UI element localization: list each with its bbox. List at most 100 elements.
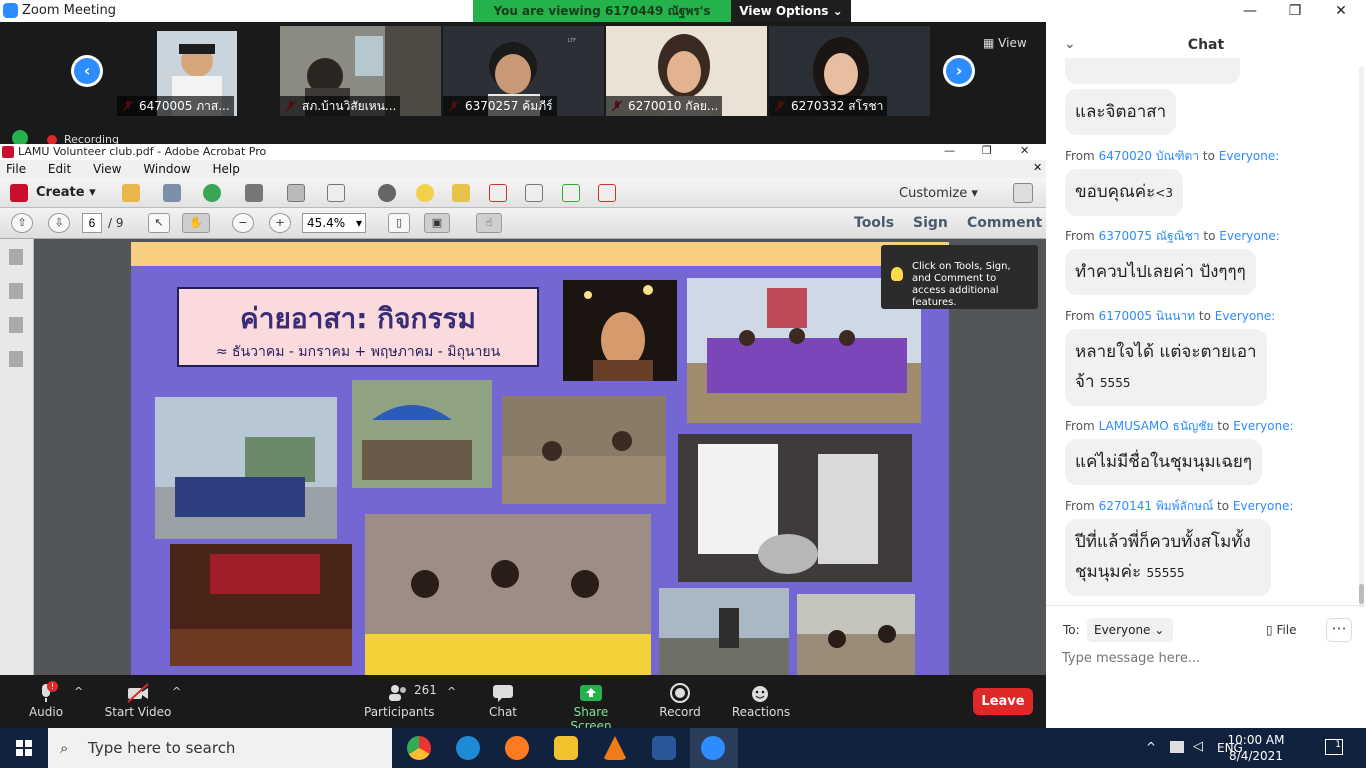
share-screen-button[interactable]: Share Screen: [552, 675, 630, 733]
chat-scrollbar-thumb[interactable]: [1359, 584, 1364, 604]
menu-view[interactable]: View: [93, 162, 121, 176]
start-video-button[interactable]: Start Video: [104, 675, 172, 728]
sign-pane-button[interactable]: Sign: [913, 215, 948, 231]
bookmarks-icon[interactable]: [9, 283, 23, 299]
hand-tool-icon[interactable]: ✋: [182, 213, 210, 233]
firefox-icon[interactable]: [505, 736, 529, 760]
menu-help[interactable]: Help: [212, 162, 239, 176]
chat-recipient[interactable]: Everyone:: [1215, 309, 1275, 323]
close-icon[interactable]: ✕: [1326, 2, 1356, 20]
chat-sender[interactable]: LAMUSAMO ธนัญชัย: [1099, 419, 1214, 433]
highlight-icon[interactable]: [452, 184, 470, 202]
participant-tile[interactable]: 6270332 สโรชา: [769, 26, 930, 116]
edge-icon[interactable]: [456, 736, 480, 760]
fit-width-icon[interactable]: ▣: [424, 213, 450, 233]
page-thumbnails-icon[interactable]: [9, 249, 23, 265]
chat-recipient[interactable]: Everyone:: [1219, 229, 1279, 243]
fit-page-icon[interactable]: ▯: [388, 213, 410, 233]
search-document-icon[interactable]: [525, 184, 543, 202]
tools-pane-button[interactable]: Tools: [854, 215, 894, 231]
more-options-icon[interactable]: ···: [1326, 618, 1352, 642]
cloud-upload-icon[interactable]: [203, 184, 221, 202]
export-icon[interactable]: [562, 184, 580, 202]
zoom-out-icon[interactable]: −: [232, 213, 254, 233]
customize-button[interactable]: Customize ▾: [899, 186, 978, 201]
chat-scrollbar[interactable]: [1359, 67, 1364, 607]
tray-chevron-up-icon[interactable]: ^: [1146, 740, 1156, 754]
chat-sender[interactable]: 6370075 ณัฐณิชา: [1099, 229, 1200, 243]
settings-gear-icon[interactable]: [378, 184, 396, 202]
to-word: to: [1203, 229, 1216, 243]
leave-button[interactable]: Leave: [973, 688, 1033, 715]
chat-sender[interactable]: 6270141 พิมพ์ลักษณ์: [1099, 499, 1214, 513]
next-page-button[interactable]: ›: [943, 55, 975, 87]
windows-start-icon[interactable]: [16, 740, 32, 756]
remove-icon[interactable]: [489, 184, 507, 202]
chat-recipient[interactable]: Everyone:: [1233, 419, 1293, 433]
select-tool-icon[interactable]: ↖: [148, 213, 170, 233]
menu-edit[interactable]: Edit: [48, 162, 71, 176]
read-mode-icon[interactable]: ☝: [476, 213, 502, 233]
participant-tile[interactable]: LTF 6370257 ค้มภีร์: [443, 26, 604, 116]
chat-sender[interactable]: 6470020 บัณฑิตา: [1099, 149, 1200, 163]
chat-recipient[interactable]: Everyone:: [1219, 149, 1279, 163]
recipient-select[interactable]: Everyone ⌄: [1087, 618, 1173, 642]
word-icon[interactable]: [652, 736, 676, 760]
taskbar-clock[interactable]: 10:00 AM 8/4/2021: [1224, 732, 1288, 764]
volume-icon[interactable]: ◁: [1193, 739, 1203, 754]
comment-pane-button[interactable]: Comment: [967, 215, 1042, 231]
page-up-icon[interactable]: ⇧: [11, 213, 33, 233]
zoom-in-icon[interactable]: +: [269, 213, 291, 233]
zoom-level-select[interactable]: 45.4% ▾: [302, 213, 366, 233]
comment-bubble-icon[interactable]: [416, 184, 434, 202]
participants-options-chevron-icon[interactable]: ^: [447, 685, 456, 698]
taskbar-search-box[interactable]: ⌕ Type here to search: [48, 728, 392, 768]
chat-message-input[interactable]: [1062, 647, 1352, 669]
lightbulb-icon: [891, 267, 903, 281]
expand-icon[interactable]: [1013, 183, 1033, 203]
chat-sender[interactable]: 6170005 นินนาท: [1099, 309, 1196, 323]
audio-options-chevron-icon[interactable]: ^: [74, 685, 83, 698]
battery-icon[interactable]: [1170, 741, 1184, 753]
participant-tile[interactable]: สภ.บ้านวิสัยเหน...: [280, 26, 441, 116]
acrobat-close-icon[interactable]: ✕: [1020, 144, 1029, 157]
forms-icon[interactable]: [598, 184, 616, 202]
reaction-emoji-icon: [750, 683, 772, 703]
minimize-icon[interactable]: —: [1235, 2, 1265, 20]
view-button[interactable]: ▦ View: [983, 32, 1039, 54]
attachments-icon[interactable]: [9, 317, 23, 333]
notification-center-icon[interactable]: 1: [1325, 739, 1343, 755]
close-document-icon[interactable]: ✕: [1033, 161, 1042, 174]
acrobat-minimize-icon[interactable]: —: [944, 144, 955, 157]
prev-page-button[interactable]: ‹: [71, 55, 103, 87]
save-icon[interactable]: [163, 184, 181, 202]
chrome-icon[interactable]: [407, 736, 431, 760]
restore-icon[interactable]: ❐: [1280, 2, 1310, 20]
create-button[interactable]: Create ▾: [36, 185, 96, 200]
edit-document-icon[interactable]: [287, 184, 305, 202]
file-explorer-icon[interactable]: [554, 736, 578, 760]
chat-recipient[interactable]: Everyone:: [1233, 499, 1293, 513]
video-options-chevron-icon[interactable]: ^: [172, 685, 181, 698]
participant-tile[interactable]: 6270010 กัลย...: [606, 26, 767, 116]
open-folder-icon[interactable]: [122, 184, 140, 202]
audio-button[interactable]: Audio: [20, 675, 72, 728]
vlc-icon[interactable]: [603, 736, 627, 760]
record-button[interactable]: Record: [656, 675, 704, 728]
page-number-input[interactable]: [82, 213, 102, 233]
menu-file[interactable]: File: [6, 162, 26, 176]
page-down-icon[interactable]: ⇩: [48, 213, 70, 233]
zoom-app-icon[interactable]: [701, 736, 725, 760]
file-button[interactable]: ▯ File: [1266, 623, 1297, 637]
signatures-icon[interactable]: [9, 351, 23, 367]
view-options-button[interactable]: View Options ⌄: [731, 0, 851, 22]
acrobat-main-toolbar: Create ▾ Customize ▾: [0, 178, 1046, 208]
acrobat-nav-toolbar: ⇧ ⇩ / 9 ↖ ✋ − + 45.4%▾ ▯ ▣ ☝ Tools Sign …: [0, 208, 1046, 239]
reactions-button[interactable]: Reactions: [730, 675, 792, 728]
acrobat-restore-icon[interactable]: ❐: [982, 144, 992, 157]
print-icon[interactable]: [245, 184, 263, 202]
menu-window[interactable]: Window: [143, 162, 190, 176]
participant-tile[interactable]: 6470005 ภาส...: [117, 26, 278, 116]
chat-button[interactable]: Chat: [480, 675, 526, 728]
email-icon[interactable]: [327, 184, 345, 202]
